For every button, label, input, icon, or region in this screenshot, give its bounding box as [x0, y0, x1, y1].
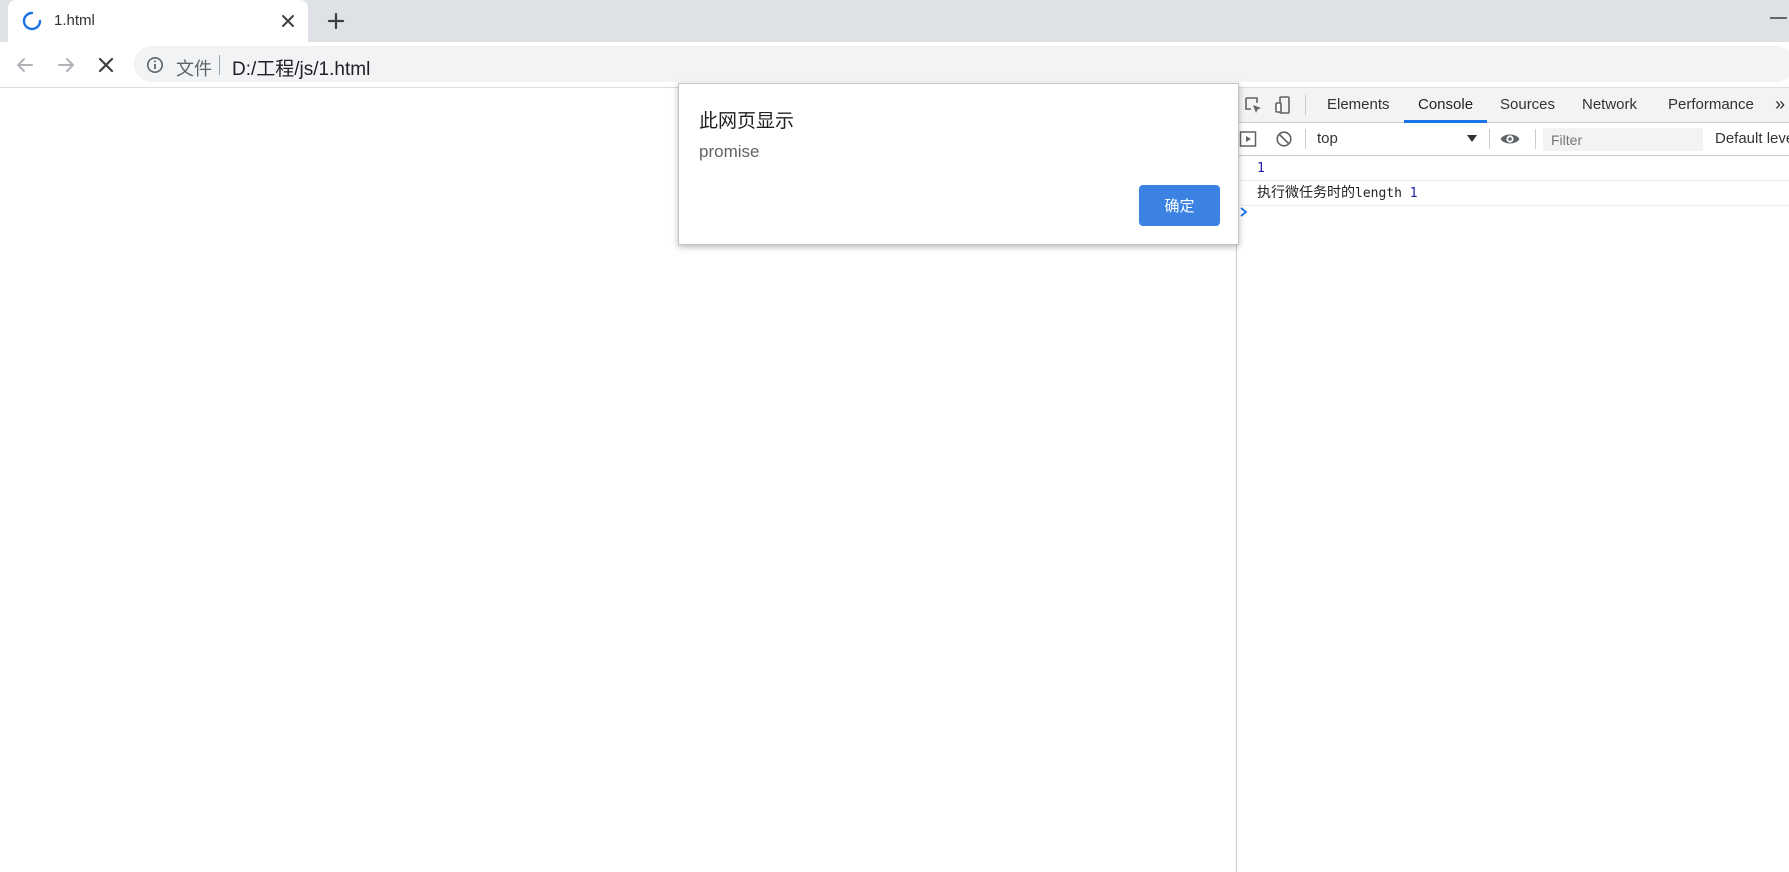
new-tab-plus-icon[interactable]	[324, 9, 348, 33]
minimize-icon[interactable]	[1768, 8, 1789, 28]
show-sidebar-icon[interactable]	[1239, 130, 1257, 148]
console-log: 1 执行微任务时的length 1	[1237, 156, 1789, 217]
device-toolbar-icon[interactable]	[1273, 95, 1293, 115]
divider	[1535, 129, 1536, 149]
scheme-label: 文件	[176, 59, 212, 79]
tab-title: 1.html	[54, 12, 95, 29]
address-bar[interactable]: 文件 D:/工程/js/1.html	[134, 46, 1789, 82]
console-prompt-chevron-icon[interactable]	[1239, 206, 1249, 218]
more-tabs-chevron-icon[interactable]: »	[1775, 88, 1785, 123]
clear-console-icon[interactable]	[1275, 130, 1293, 148]
loading-spinner-icon	[22, 11, 42, 31]
divider	[219, 55, 220, 75]
alert-message: promise	[699, 142, 760, 161]
alert-title: 此网页显示	[699, 111, 795, 132]
live-expression-eye-icon[interactable]	[1499, 129, 1521, 149]
divider	[1305, 95, 1306, 115]
forward-arrow-icon[interactable]	[53, 52, 79, 78]
close-icon[interactable]	[278, 11, 298, 31]
stop-loading-icon[interactable]	[93, 52, 119, 78]
console-value: 1	[1257, 161, 1265, 176]
url-text[interactable]: D:/工程/js/1.html	[232, 54, 370, 81]
console-text-mono: length	[1355, 186, 1402, 201]
ok-button[interactable]: 确定	[1139, 185, 1220, 226]
info-icon[interactable]	[146, 56, 164, 74]
console-value: 1	[1409, 186, 1418, 201]
context-selector[interactable]: top	[1317, 128, 1477, 150]
divider	[1305, 129, 1306, 149]
devtools-tab-bar: Elements Console Sources Network Perform…	[1237, 88, 1789, 123]
tab-elements[interactable]: Elements	[1313, 88, 1404, 123]
browser-toolbar: 文件 D:/工程/js/1.html	[0, 42, 1789, 88]
console-message: 1	[1237, 156, 1789, 181]
tab-console[interactable]: Console	[1404, 88, 1488, 123]
context-selector-label: top	[1317, 130, 1338, 147]
browser-window: 1.html 文件 D:/工程/js/1.html Elements Conso…	[0, 0, 1789, 872]
console-message: 执行微任务时的length 1	[1237, 181, 1789, 206]
tab-strip: 1.html	[0, 0, 1789, 42]
divider	[1489, 129, 1490, 149]
inspect-element-icon[interactable]	[1243, 95, 1263, 115]
back-arrow-icon[interactable]	[12, 52, 38, 78]
console-filter-input[interactable]	[1543, 128, 1703, 151]
console-text: 执行微任务时的	[1257, 185, 1355, 201]
tab-network[interactable]: Network	[1568, 88, 1651, 123]
alert-dialog: 此网页显示 promise 确定	[678, 83, 1239, 245]
tab-sources[interactable]: Sources	[1486, 88, 1569, 123]
dropdown-arrow-icon	[1467, 135, 1477, 142]
console-toolbar: top Default levels	[1237, 123, 1789, 156]
log-levels-dropdown[interactable]: Default levels	[1715, 130, 1789, 147]
tab-performance[interactable]: Performance	[1654, 88, 1768, 123]
devtools-panel: Elements Console Sources Network Perform…	[1236, 88, 1789, 872]
tab-active[interactable]: 1.html	[8, 0, 308, 42]
